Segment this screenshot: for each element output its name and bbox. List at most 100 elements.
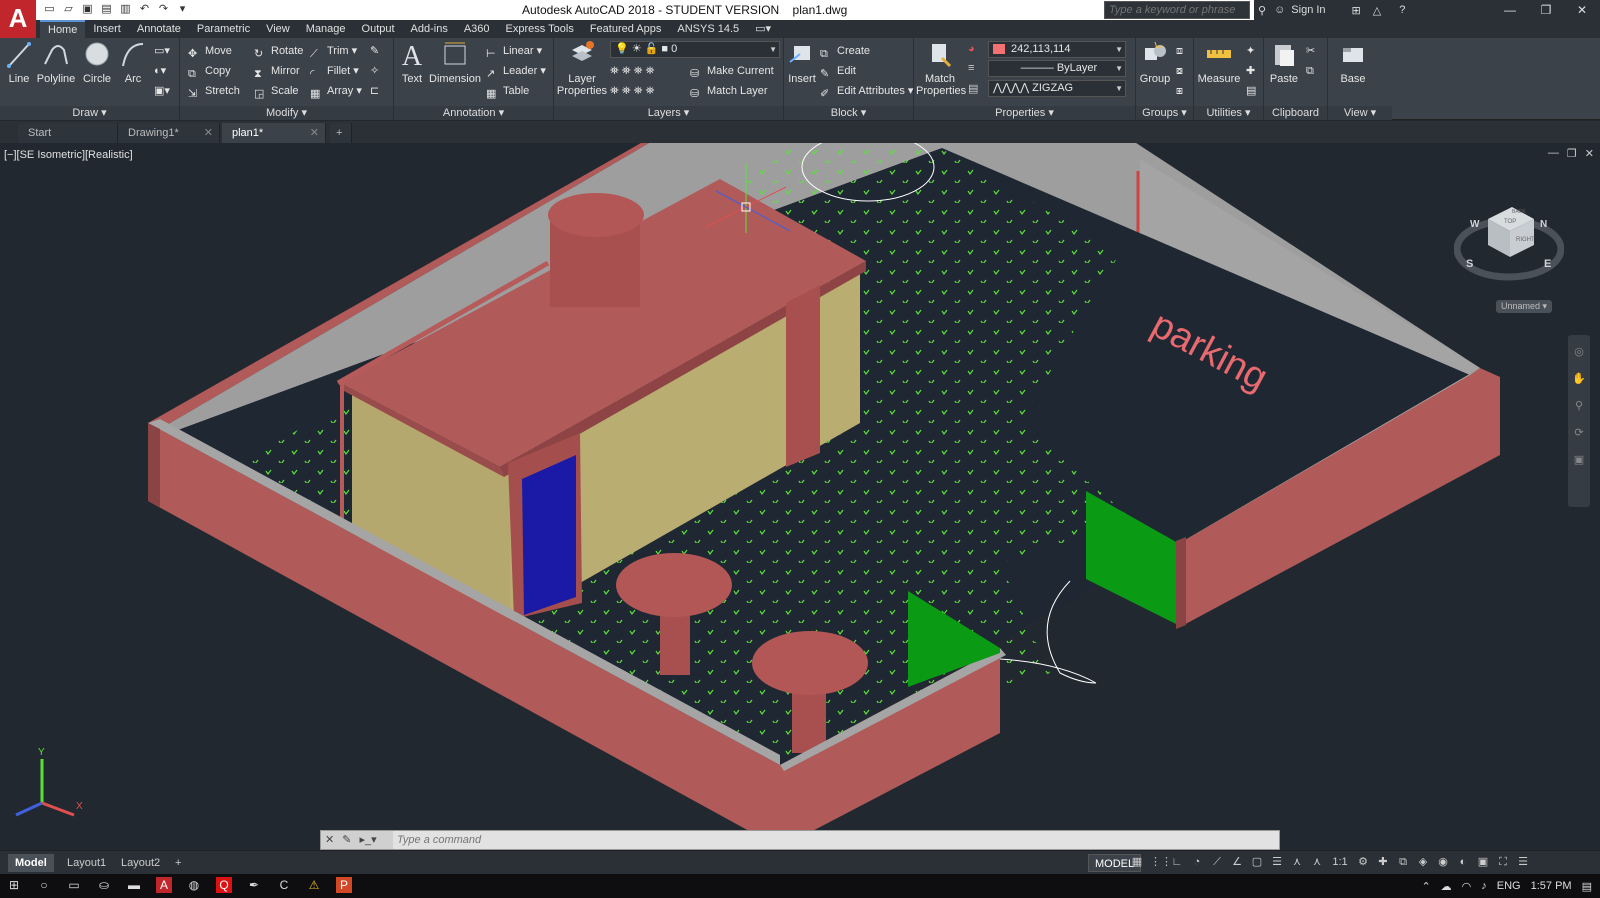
annotation-panel-title[interactable]: Annotation ▾ [394,106,553,120]
table-button[interactable]: ▦ Table [486,82,529,100]
tab-output[interactable]: Output [354,20,403,38]
arc-button[interactable]: Arc [118,40,148,85]
edit-attributes-button[interactable]: ✐ Edit Attributes ▾ [820,82,913,100]
compass-west[interactable]: W [1470,219,1480,230]
layer-properties-button[interactable]: Layer Properties [556,40,608,97]
save-icon[interactable]: ▣ [80,2,95,17]
recent-commands-icon[interactable]: ▸_▾ [359,831,376,849]
layer-tools-icons[interactable]: ⛯ ⛯ ⛯ ⛯ [610,62,654,80]
leader-button[interactable]: ↗ Leader ▾ [486,62,546,80]
clean-screen-icon[interactable]: ⛶ [1496,855,1510,869]
region-icon[interactable]: ▣▾ [154,82,170,100]
quick-properties-icon[interactable]: ◈ [1416,855,1430,869]
tab-ansys[interactable]: ANSYS 14.5 [669,20,747,38]
hardware-acceleration-icon[interactable]: ▣ [1476,855,1490,869]
search-input[interactable] [1105,2,1249,18]
polyline-button[interactable]: Polyline [36,40,76,85]
color-dropdown[interactable]: 242,113,114 ▼ [988,41,1126,58]
linetype-dropdown[interactable]: ⋀⋀⋀⋀ ZIGZAG ▼ [988,80,1126,97]
store-icon[interactable]: ⛀ [96,877,112,893]
base-button[interactable]: Base [1338,40,1368,85]
block-panel-title[interactable]: Block ▾ [784,106,913,120]
tab-manage[interactable]: Manage [298,20,354,38]
lineweight-dropdown[interactable]: ——— ByLayer ▼ [988,60,1126,77]
tab-home[interactable]: Home [40,20,86,38]
move-button[interactable]: ✥ Move [188,42,232,60]
orbit-icon[interactable]: ⟳ [1568,426,1590,439]
annotation-visibility-icon[interactable]: ⋏ [1290,855,1304,869]
ribbon-options-icon[interactable]: ▭▾ [747,20,779,38]
scale-button[interactable]: ◲ Scale [254,82,299,100]
isodraft-icon[interactable]: ⟋ [1210,855,1224,869]
help-icon[interactable]: ? [1399,4,1405,16]
task-view-icon[interactable]: ▭ [66,877,82,893]
linear-button[interactable]: ⊢ Linear ▾ [486,42,542,60]
autocad-logo-button[interactable]: A [0,0,36,38]
binoculars-icon[interactable]: ⚲ [1258,4,1266,17]
copy-clip-icon[interactable]: ⧉ [1306,62,1314,80]
layer-tools-icons-2[interactable]: ⛯ ⛯ ⛯ ⛯ [610,82,654,100]
object-snap-icon[interactable]: ▢ [1250,855,1264,869]
groups-panel-title[interactable]: Groups ▾ [1136,106,1193,120]
minimize-icon[interactable]: — [1492,0,1528,20]
doc-tab-plan1[interactable]: plan1* ✕ [222,123,326,143]
tab-insert[interactable]: Insert [85,20,129,38]
tab-view[interactable]: View [258,20,298,38]
dimension-button[interactable]: Dimension [428,40,482,85]
drawing-viewport[interactable]: parking [−][SE Isometric][Realistic] — ❐… [0,143,1600,848]
measure-button[interactable]: Measure [1196,40,1242,85]
onedrive-icon[interactable]: ☁ [1441,880,1452,893]
compass-east[interactable]: E [1544,258,1551,270]
calculator-icon[interactable]: ▤ [1246,82,1256,100]
redo-icon[interactable]: ↷ [156,2,171,17]
modify-panel-title[interactable]: Modify ▾ [180,106,393,120]
match-layer-button[interactable]: ⛁ Match Layer [690,82,768,100]
cart-icon[interactable]: ⊞ [1352,4,1361,17]
properties-panel-title[interactable]: Properties ▾ [914,106,1135,120]
viewcube[interactable]: TOP RIGHT BACK S E N W [1454,191,1564,291]
annotation-monitor-icon[interactable]: ✚ [1376,855,1390,869]
close-tab-icon[interactable]: ✕ [204,123,213,143]
showmotion-icon[interactable]: ▣ [1568,453,1590,466]
stretch-button[interactable]: ⇲ Stretch [188,82,240,100]
undo-icon[interactable]: ↶ [137,2,152,17]
autodesk-exchange-icon[interactable]: △ [1373,4,1381,17]
viewport-close-icon[interactable]: ✕ [1585,147,1594,160]
layout-tab-layout1[interactable]: Layout1 [60,854,113,872]
viewport-restore-icon[interactable]: ❐ [1567,147,1577,160]
autocad-taskbar-icon[interactable]: A [156,877,172,893]
scene-canvas[interactable]: parking [0,143,1600,848]
text-button[interactable]: A Text [398,40,426,85]
erase-icon[interactable]: ✎ [370,42,379,60]
language-indicator[interactable]: ENG [1497,880,1521,892]
ungroup-icon[interactable]: ⧈ [1176,42,1183,60]
file-explorer-icon[interactable]: ▬ [126,877,142,893]
view-panel-title[interactable]: View ▾ [1328,106,1392,120]
match-properties-button[interactable]: Match Properties [916,40,966,97]
mirror-button[interactable]: ⧗ Mirror [254,62,300,80]
steering-wheel-icon[interactable]: ◎ [1568,345,1590,358]
clipboard-panel-title[interactable]: Clipboard [1264,106,1327,120]
ucs-menu[interactable]: Unnamed ▾ [1496,300,1552,313]
group-select-icon[interactable]: ⧆ [1176,82,1183,100]
copy-button[interactable]: ⧉ Copy [188,62,231,80]
tab-parametric[interactable]: Parametric [189,20,258,38]
explode-icon[interactable]: ✧ [370,62,379,80]
cut-icon[interactable]: ✂ [1306,42,1315,60]
isolate-objects-icon[interactable]: ◐ [1456,855,1470,869]
door[interactable] [522,455,576,615]
tray-chevron-icon[interactable]: ⌃ [1421,880,1430,893]
utilities-panel-title[interactable]: Utilities ▾ [1194,106,1263,120]
close-tab-icon[interactable]: ✕ [310,123,319,143]
tab-add-ins[interactable]: Add-ins [403,20,456,38]
trim-button[interactable]: ⟋ Trim ▾ [310,42,357,60]
tab-express-tools[interactable]: Express Tools [498,20,582,38]
command-input[interactable] [397,831,1267,849]
rotate-button[interactable]: ↻ Rotate [254,42,303,60]
restore-icon[interactable]: ❐ [1528,0,1564,20]
units-icon[interactable]: ⧉ [1396,855,1410,869]
windows-start-icon[interactable]: ⊞ [6,877,22,893]
quick-select-icon[interactable]: ✦ [1246,42,1255,60]
new-file-icon[interactable]: ▭ [42,2,57,17]
compass-north[interactable]: N [1540,219,1547,230]
